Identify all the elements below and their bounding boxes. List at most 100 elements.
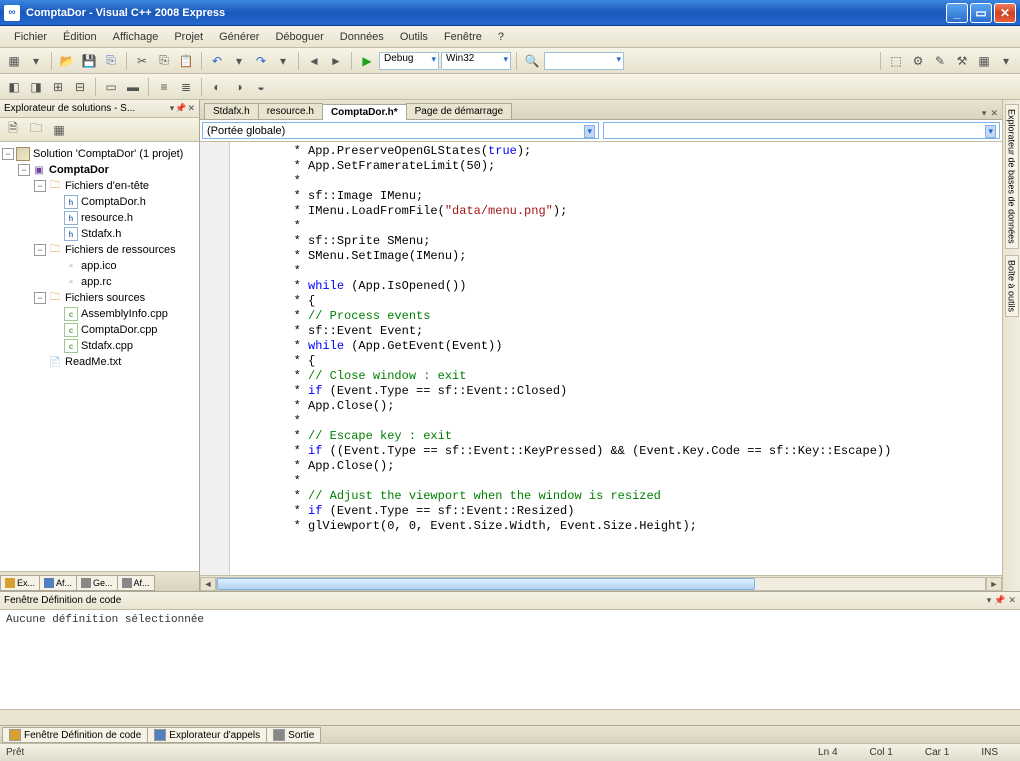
tb2-2[interactable]: ◨ [26,77,46,97]
tool-4-button[interactable]: ⚒ [952,51,972,71]
scroll-left-icon[interactable]: ◄ [200,577,216,591]
minimize-button[interactable]: _ [946,3,968,23]
save-all-button[interactable]: ⎘ [101,51,121,71]
tree-item[interactable]: ▫app.rc [2,274,197,290]
panel-pin-icon[interactable]: 📌 [175,103,186,114]
definition-h-scrollbar[interactable] [0,709,1020,725]
tab-dropdown-icon[interactable]: ▾ [982,108,987,119]
tree-item[interactable]: −🗀Fichiers d'en-tête [2,178,197,194]
tool-1-button[interactable]: ⬚ [886,51,906,71]
tree-item[interactable]: −🗀Fichiers sources [2,290,197,306]
tb2-9[interactable]: ◐ [207,77,227,97]
definition-dropdown-icon[interactable]: ▾ [987,595,992,606]
nav-forward-button[interactable]: ► [326,51,346,71]
menu-projet[interactable]: Projet [166,28,211,46]
expander-icon[interactable]: − [34,180,46,192]
tb2-11[interactable]: ◒ [251,77,271,97]
scope-combo-left[interactable]: (Portée globale) [202,122,599,139]
left-tab-0[interactable]: Ex... [0,575,40,591]
tb2-10[interactable]: ◑ [229,77,249,97]
tool-5-button[interactable]: ▦ [974,51,994,71]
doc-tab[interactable]: Stdafx.h [204,103,259,119]
open-button[interactable]: 📂 [57,51,77,71]
expander-icon[interactable]: − [34,244,46,256]
menu-données[interactable]: Données [332,28,392,46]
find-combo[interactable] [544,52,624,70]
tool-3-button[interactable]: ✎ [930,51,950,71]
menu-fenêtre[interactable]: Fenêtre [436,28,490,46]
definition-pin-icon[interactable]: 📌 [994,595,1005,606]
tb2-4[interactable]: ⊟ [70,77,90,97]
scroll-right-icon[interactable]: ► [986,577,1002,591]
tree-item[interactable]: −Solution 'ComptaDor' (1 projet) [2,146,197,162]
menu-outils[interactable]: Outils [392,28,436,46]
tool-2-button[interactable]: ⚙ [908,51,928,71]
panel-dropdown-icon[interactable]: ▾ [170,103,175,114]
tab-close-icon[interactable]: ✕ [990,108,998,119]
close-button[interactable]: ✕ [994,3,1016,23]
tree-item[interactable]: hresource.h [2,210,197,226]
undo-button[interactable]: ↶ [207,51,227,71]
save-button[interactable]: 💾 [79,51,99,71]
tree-item[interactable]: hComptaDor.h [2,194,197,210]
menu-déboguer[interactable]: Déboguer [267,28,331,46]
tb2-7[interactable]: ≡ [154,77,174,97]
tree-item[interactable]: cStdafx.cpp [2,338,197,354]
code-editor[interactable]: * App.PreserveOpenGLStates(true); * App.… [200,142,1002,575]
redo-button[interactable]: ↷ [251,51,271,71]
left-tab-3[interactable]: Af... [117,575,155,591]
config-combo[interactable]: Debug [379,52,439,70]
menu-affichage[interactable]: Affichage [105,28,167,46]
menu-édition[interactable]: Édition [55,28,105,46]
show-all-button[interactable]: 🗀 [26,120,46,140]
doc-tab[interactable]: Page de démarrage [406,103,512,119]
redo-dropdown[interactable]: ▾ [273,51,293,71]
left-tab-1[interactable]: Af... [39,575,77,591]
scope-combo-right[interactable] [603,122,1000,139]
expander-icon[interactable]: − [34,292,46,304]
side-tab-toolbox[interactable]: Boîte à outils [1005,255,1019,317]
tb2-5[interactable]: ▭ [101,77,121,97]
undo-dropdown[interactable]: ▾ [229,51,249,71]
tool-6-button[interactable]: ▾ [996,51,1016,71]
editor-h-scrollbar[interactable]: ◄ ► [200,575,1002,591]
tree-item[interactable]: hStdafx.h [2,226,197,242]
properties-button[interactable]: 🗎 [3,120,23,140]
doc-tab[interactable]: ComptaDor.h* [322,104,407,120]
menu-fichier[interactable]: Fichier [6,28,55,46]
view-code-button[interactable]: ▦ [49,120,69,140]
tb2-1[interactable]: ◧ [4,77,24,97]
tree-item[interactable]: −▣ComptaDor [2,162,197,178]
platform-combo[interactable]: Win32 [441,52,511,70]
maximize-button[interactable]: ▭ [970,3,992,23]
expander-icon[interactable]: − [2,148,14,160]
tree-item[interactable]: cComptaDor.cpp [2,322,197,338]
menu-générer[interactable]: Générer [211,28,267,46]
start-debug-button[interactable]: ▶ [357,51,377,71]
add-item-button[interactable]: ▾ [26,51,46,71]
tb2-8[interactable]: ≣ [176,77,196,97]
scroll-thumb[interactable] [217,578,755,590]
bottom-tab-0[interactable]: Fenêtre Définition de code [2,727,148,743]
nav-back-button[interactable]: ◄ [304,51,324,71]
find-button[interactable]: 🔍 [522,51,542,71]
tree-item[interactable]: ▫app.ico [2,258,197,274]
solution-tree[interactable]: −Solution 'ComptaDor' (1 projet)−▣Compta… [0,142,199,571]
tree-item[interactable]: −🗀Fichiers de ressources [2,242,197,258]
definition-close-icon[interactable]: ✕ [1008,595,1016,606]
copy-button[interactable]: ⎘ [154,51,174,71]
cut-button[interactable]: ✂ [132,51,152,71]
paste-button[interactable]: 📋 [176,51,196,71]
panel-close-icon[interactable]: ✕ [187,103,195,114]
tree-item[interactable]: cAssemblyInfo.cpp [2,306,197,322]
bottom-tab-2[interactable]: Sortie [266,727,321,743]
doc-tab[interactable]: resource.h [258,103,323,119]
left-tab-2[interactable]: Ge... [76,575,118,591]
tree-item[interactable]: 📄ReadMe.txt [2,354,197,370]
side-tab-database[interactable]: Explorateur de bases de données [1005,104,1019,249]
code-text[interactable]: * App.PreserveOpenGLStates(true); * App.… [230,142,1002,575]
new-project-button[interactable]: ▦ [4,51,24,71]
expander-icon[interactable]: − [18,164,30,176]
tb2-6[interactable]: ▬ [123,77,143,97]
tb2-3[interactable]: ⊞ [48,77,68,97]
